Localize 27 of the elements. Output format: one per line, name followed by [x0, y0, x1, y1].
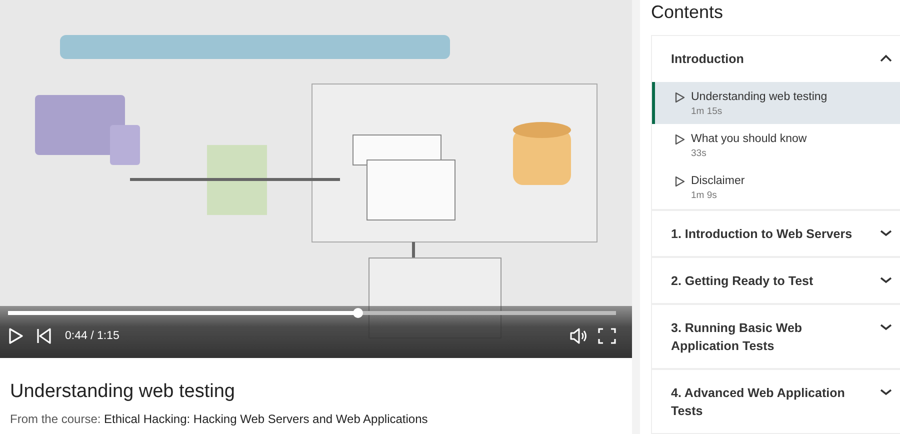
volume-button[interactable] [570, 328, 588, 344]
lesson-item[interactable]: Understanding web testing 1m 15s [652, 82, 900, 124]
section-header[interactable]: Introduction [652, 36, 900, 82]
progress-thumb[interactable] [352, 308, 363, 318]
lesson-title: Disclaimer [691, 174, 745, 190]
lesson-duration: 33s [691, 147, 708, 160]
previous-button[interactable] [36, 328, 52, 344]
lesson-item[interactable]: Disclaimer 1m 9s [652, 166, 900, 209]
lesson-title: What you should know [691, 132, 807, 147]
lesson-duration: 1m 9s [691, 189, 718, 203]
play-icon [675, 176, 685, 188]
play-icon [675, 134, 685, 145]
contents-heading: Contents [651, 1, 724, 24]
fullscreen-button[interactable] [598, 328, 616, 344]
progress-track[interactable] [8, 311, 616, 315]
time-display: 0:44 / 1:15 [65, 329, 120, 344]
lesson-item[interactable]: What you should know 33s [652, 124, 900, 166]
section-header[interactable]: 3. Running Basic Web Application Tests [652, 304, 900, 368]
section-header[interactable]: 4. Advanced Web Application Tests [652, 370, 900, 434]
play-button[interactable] [8, 328, 24, 344]
lesson-title: Understanding web testing [691, 90, 828, 105]
section-header[interactable]: 1. Introduction to Web Servers [652, 210, 900, 256]
play-icon [675, 92, 685, 103]
section-header[interactable]: 2. Getting Ready to Test [652, 258, 900, 303]
video-title: Understanding web testing [10, 380, 236, 404]
lesson-duration: 1m 15s [691, 104, 724, 118]
course-line: From the course: Ethical Hacking: Hacking Web Servers and Web Applications [10, 410, 429, 428]
